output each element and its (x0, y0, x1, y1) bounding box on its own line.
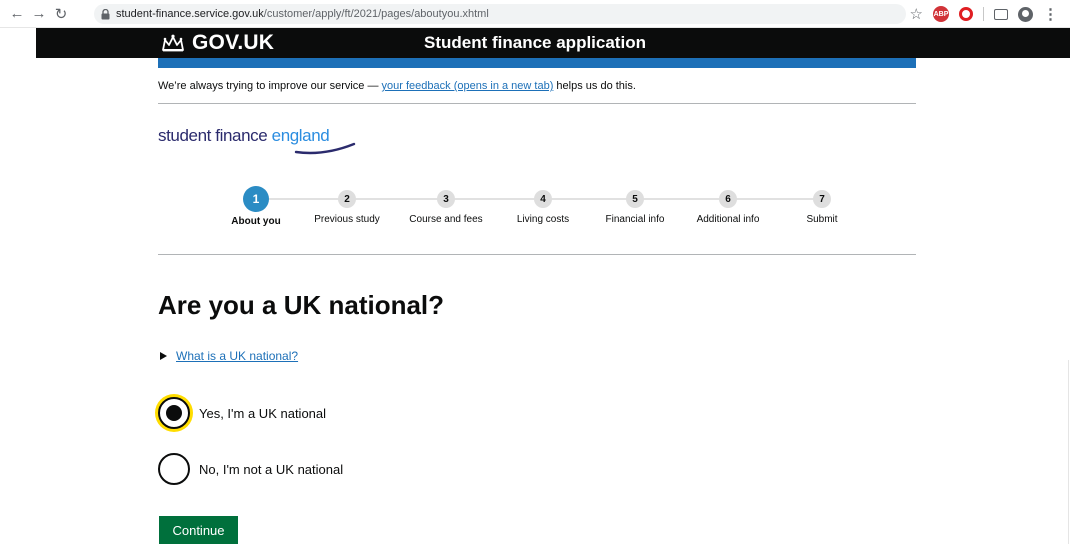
step-number: 5 (626, 190, 644, 208)
url-text: student-finance.service.gov.uk/customer/… (116, 8, 489, 20)
step-number: 7 (813, 190, 831, 208)
step-submit: 7 Submit (777, 186, 867, 225)
cast-icon[interactable] (994, 8, 1008, 20)
url-path: /customer/apply/ft/2021/pages/aboutyou.x… (263, 8, 489, 20)
step-number: 6 (719, 190, 737, 208)
url-host: student-finance.service.gov.uk (116, 8, 264, 20)
radio-option-yes[interactable]: Yes, I'm a UK national (158, 397, 326, 429)
govuk-header: GOV.UK Student finance application (36, 28, 1070, 58)
section-divider (158, 254, 916, 255)
disclosure-triangle-icon[interactable] (160, 352, 167, 360)
step-label: Previous study (314, 214, 380, 225)
step-label: Living costs (516, 214, 570, 225)
opera-extension-icon[interactable] (959, 7, 973, 21)
feedback-link[interactable]: your feedback (opens in a new tab) (382, 80, 554, 92)
radio-button-yes[interactable] (158, 397, 190, 429)
details-link[interactable]: What is a UK national? (176, 349, 298, 363)
scrollbar-edge (1068, 360, 1069, 544)
step-number: 3 (437, 190, 455, 208)
bookmark-star-icon[interactable]: ☆ (910, 5, 923, 23)
feedback-suffix: helps us do this. (553, 80, 636, 92)
step-number: 2 (338, 190, 356, 208)
service-name[interactable]: Student finance application (424, 33, 646, 53)
step-label: Submit (806, 214, 838, 225)
menu-dots-icon[interactable]: ⋮ (1043, 5, 1058, 23)
section-divider (158, 103, 916, 104)
step-additional-info: 6 Additional info (683, 186, 773, 225)
details-summary[interactable]: What is a UK national? (160, 349, 298, 363)
step-previous-study: 2 Previous study (302, 186, 392, 225)
govuk-logo-text: GOV.UK (192, 31, 275, 54)
step-about-you: 1 About you (211, 186, 301, 227)
radio-button-no[interactable] (158, 453, 190, 485)
abp-label: ABP (933, 10, 949, 18)
step-number: 4 (534, 190, 552, 208)
radio-option-no[interactable]: No, I'm not a UK national (158, 453, 343, 485)
step-living-costs: 4 Living costs (498, 186, 588, 225)
swoosh-icon (294, 142, 356, 155)
student-finance-england-logo: student finance england (158, 126, 356, 156)
radio-label-yes[interactable]: Yes, I'm a UK national (199, 406, 326, 421)
header-blue-bar (158, 58, 916, 68)
step-financial-info: 5 Financial info (590, 186, 680, 225)
profile-icon[interactable] (1018, 6, 1033, 22)
step-label: Course and fees (409, 214, 483, 225)
radio-label-no[interactable]: No, I'm not a UK national (199, 462, 343, 477)
continue-button[interactable]: Continue (159, 516, 238, 544)
adblock-extension-icon[interactable]: ABP (933, 6, 949, 22)
browser-toolbar: ← → ↻ student-finance.service.gov.uk/cus… (0, 0, 1070, 28)
feedback-banner: We’re always trying to improve our servi… (158, 80, 916, 92)
crown-icon (162, 34, 184, 52)
logo-student-finance: student finance (158, 126, 272, 145)
progress-steps: 1 About you 2 Previous study 3 Course an… (220, 186, 860, 236)
step-label: About you (231, 216, 281, 227)
reload-icon[interactable]: ↻ (50, 3, 72, 25)
feedback-prefix: We’re always trying to improve our servi… (158, 80, 382, 92)
step-number: 1 (243, 186, 269, 212)
radio-selected-dot (166, 405, 182, 421)
page-title: Are you a UK national? (158, 290, 445, 320)
address-bar[interactable]: student-finance.service.gov.uk/customer/… (94, 4, 906, 24)
forward-arrow-icon[interactable]: → (28, 3, 50, 25)
step-label: Additional info (696, 214, 760, 225)
back-arrow-icon[interactable]: ← (6, 3, 28, 25)
govuk-logo[interactable]: GOV.UK (160, 31, 275, 54)
step-label: Financial info (605, 214, 665, 225)
toolbar-divider (983, 7, 984, 21)
lock-icon (100, 8, 110, 20)
step-course-and-fees: 3 Course and fees (401, 186, 491, 225)
